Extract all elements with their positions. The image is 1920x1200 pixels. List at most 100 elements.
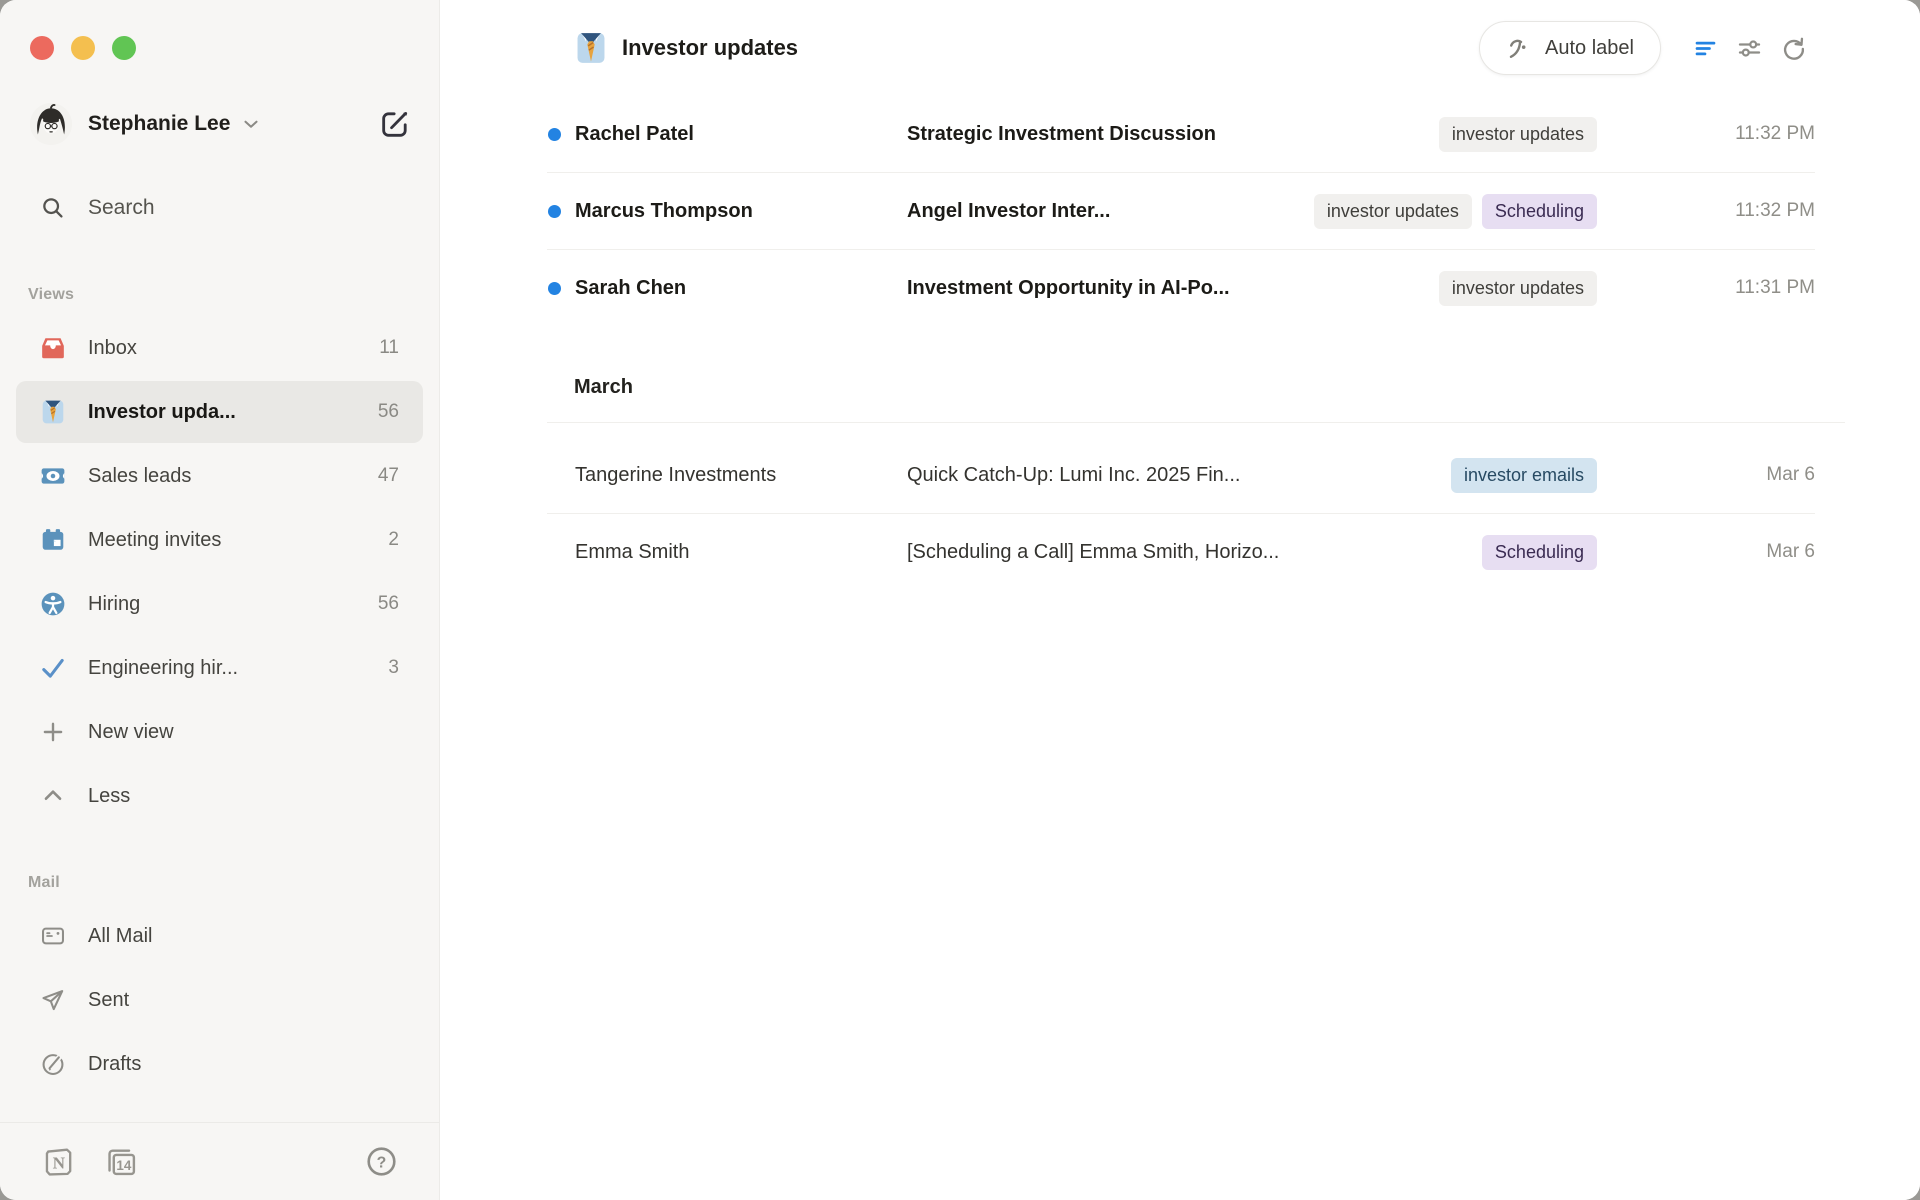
email-subject: Angel Investor Inter... [907,200,1298,223]
email-row[interactable]: Sarah Chen Investment Opportunity in AI-… [440,250,1920,326]
svg-text:14: 14 [116,1157,131,1172]
display-settings-button[interactable] [1727,26,1771,70]
email-sender: Sarah Chen [575,277,907,300]
sidebar-footer: N 14 ? [0,1122,439,1200]
email-tag[interactable]: investor updates [1314,194,1472,229]
less-button[interactable]: Less [16,765,423,827]
email-tags: investor updates [1439,271,1597,306]
person-circle-icon [40,591,66,617]
svg-text:N: N [52,1154,65,1173]
calendar-icon [40,527,66,553]
email-tag[interactable]: investor updates [1439,117,1597,152]
email-sender: Rachel Patel [575,123,907,146]
search-icon [40,195,66,221]
inbox-tray-icon [40,335,66,361]
sidebar-item-all-mail[interactable]: All Mail [16,905,423,967]
close-button[interactable] [30,36,54,60]
compose-icon [378,107,412,141]
dollar-banknote-icon [40,463,66,489]
date-group-header: March [440,352,1920,422]
minimize-button[interactable] [71,36,95,60]
help-button[interactable]: ? [363,1144,399,1180]
svg-text:?: ? [376,1154,386,1171]
email-tag[interactable]: Scheduling [1482,194,1597,229]
sidebar-item-investor-updates[interactable]: Investor upda... 56 [16,381,423,443]
email-row[interactable]: Marcus Thompson Angel Investor Inter... … [440,173,1920,249]
email-sender: Marcus Thompson [575,200,907,223]
sidebar-item-inbox[interactable]: Inbox 11 [16,317,423,379]
unread-indicator-column [548,205,575,218]
sidebar-item-meeting-invites[interactable]: Meeting invites 2 [16,509,423,571]
compose-button[interactable] [375,104,415,144]
new-view-button[interactable]: New view [16,701,423,763]
sidebar-item-sales-leads[interactable]: Sales leads 47 [16,445,423,507]
auto-label-button[interactable]: Auto label [1479,21,1661,75]
auto-label-text: Auto label [1545,37,1634,60]
email-tags: investor updates [1439,117,1597,152]
notion-logo-icon[interactable]: N [40,1144,76,1180]
email-subject: Quick Catch-Up: Lumi Inc. 2025 Fin... [907,464,1435,487]
view-header: Investor updates Auto label [440,0,1920,96]
sidebar-item-label: Inbox [88,337,379,360]
zoom-button[interactable] [112,36,136,60]
email-subject: [Scheduling a Call] Emma Smith, Horizo..… [907,541,1466,564]
sidebar-item-label: Sent [88,989,399,1012]
notion-calendar-icon[interactable]: 14 [104,1144,140,1180]
help-icon: ? [365,1145,398,1178]
main-content: Investor updates Auto label [440,0,1920,1200]
email-subject: Investment Opportunity in AI-Po... [907,277,1423,300]
email-tag[interactable]: investor updates [1439,271,1597,306]
less-label: Less [88,785,399,808]
sidebar-item-label: All Mail [88,925,399,948]
email-time: 11:32 PM [1615,123,1815,145]
email-tag[interactable]: investor emails [1451,458,1597,493]
unread-dot [548,205,561,218]
unread-count: 2 [388,529,399,551]
email-row[interactable]: Emma Smith [Scheduling a Call] Emma Smit… [440,514,1920,590]
sidebar-item-engineering-hiring[interactable]: Engineering hir... 3 [16,637,423,699]
paper-plane-icon [40,987,66,1013]
group-padding [440,423,1920,437]
unread-indicator-column [548,469,575,482]
email-tag[interactable]: Scheduling [1482,535,1597,570]
sidebar-item-label: Engineering hir... [88,657,388,680]
email-row[interactable]: Tangerine Investments Quick Catch-Up: Lu… [440,437,1920,513]
unread-count: 47 [378,465,399,487]
view-title-group: Investor updates [574,31,798,65]
necktie-icon [40,399,66,425]
pencil-circle-icon [40,1051,66,1077]
envelope-icon [40,923,66,949]
mail-section-label: Mail [0,874,439,892]
header-actions: Auto label [1479,21,1815,75]
refresh-icon [1780,35,1807,62]
sidebar-item-drafts[interactable]: Drafts [16,1033,423,1095]
sidebar-item-hiring[interactable]: Hiring 56 [16,573,423,635]
search-button[interactable]: Search [0,184,439,232]
sidebar-item-label: Meeting invites [88,529,388,552]
refresh-button[interactable] [1771,26,1815,70]
filter-icon [1692,35,1719,62]
plus-icon [40,719,66,745]
email-row[interactable]: Rachel Patel Strategic Investment Discus… [440,96,1920,172]
email-sender: Emma Smith [575,541,907,564]
email-tags: investor updates Scheduling [1314,194,1597,229]
unread-indicator-column [548,128,575,141]
window-controls [0,0,439,60]
necktie-icon [574,31,608,65]
filter-button[interactable] [1683,26,1727,70]
avatar [30,103,72,145]
unread-indicator-column [548,282,575,295]
sidebar-item-label: Investor upda... [88,401,378,424]
sidebar-item-label: Sales leads [88,465,378,488]
sidebar-item-sent[interactable]: Sent [16,969,423,1031]
email-sender: Tangerine Investments [575,464,907,487]
chevron-up-icon [40,783,66,809]
account-switcher[interactable]: Stephanie Lee [30,100,415,148]
sidebar-item-label: Hiring [88,593,378,616]
email-time: 11:31 PM [1615,277,1815,299]
chevron-down-icon [240,113,262,135]
app-window: Stephanie Lee Search Views [0,0,1920,1200]
email-time: Mar 6 [1615,541,1815,563]
unread-count: 3 [388,657,399,679]
unread-indicator-column [548,546,575,559]
